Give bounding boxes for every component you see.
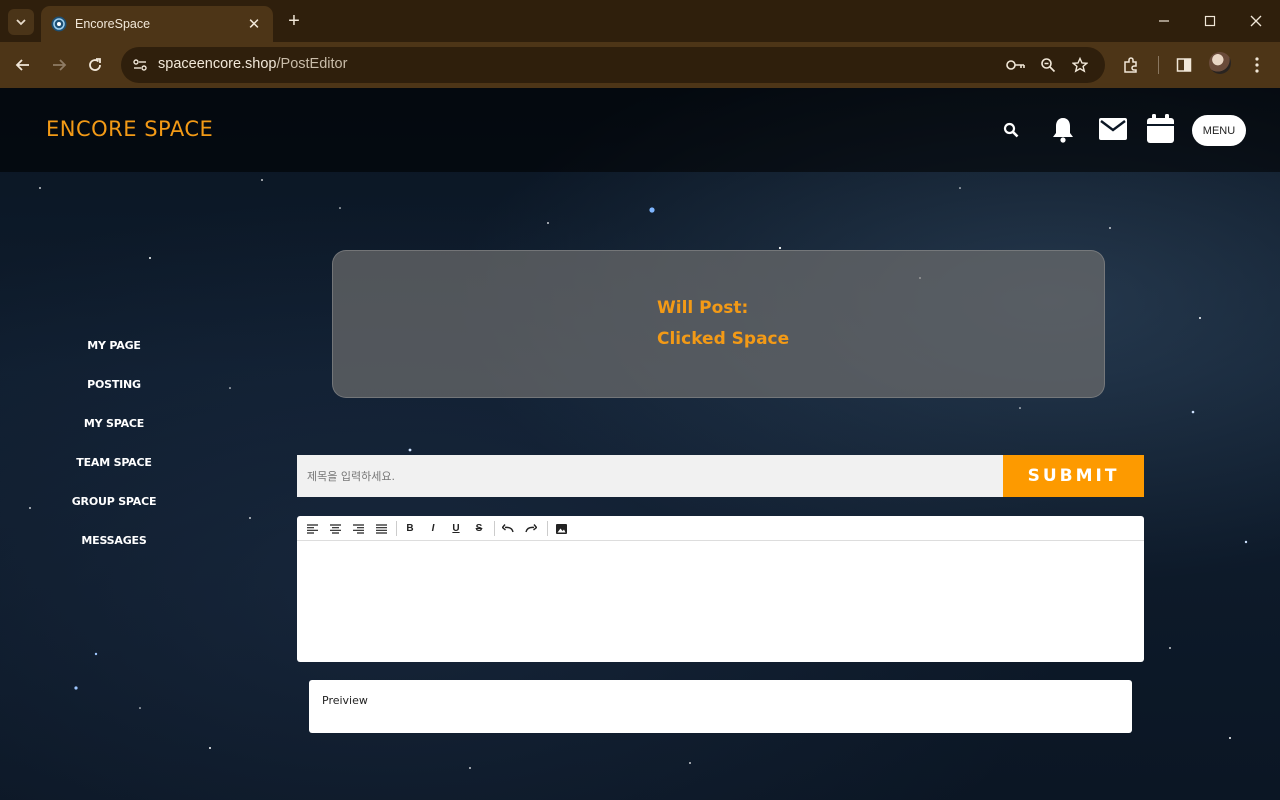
search-icon[interactable]: [1001, 120, 1021, 140]
browser-tab[interactable]: EncoreSpace ✕: [41, 6, 273, 42]
bookmark-star-icon[interactable]: [1070, 55, 1090, 75]
tab-search-dropdown-icon[interactable]: [8, 9, 34, 35]
post-target-space: Clicked Space: [657, 329, 790, 349]
calendar-icon[interactable]: [1146, 113, 1174, 143]
redo-icon[interactable]: [522, 520, 540, 537]
toolbar-divider: [1158, 56, 1159, 74]
tab-title: EncoreSpace: [75, 17, 151, 31]
mail-icon[interactable]: [1098, 117, 1128, 141]
url-text: spaceencore.shop/PostEditor: [158, 56, 347, 72]
back-icon[interactable]: [10, 52, 36, 78]
bold-button[interactable]: B: [401, 520, 419, 537]
align-justify-icon[interactable]: [372, 520, 390, 537]
sidebar-item-team-space[interactable]: TEAM SPACE: [54, 443, 174, 482]
url-path: /PostEditor: [276, 56, 348, 72]
editor-toolbar: B I U S: [297, 516, 1144, 541]
toolbar-separator: [494, 521, 495, 536]
sidebar-item-my-space[interactable]: MY SPACE: [54, 404, 174, 443]
toolbar-separator: [396, 521, 397, 536]
menu-button[interactable]: MENU: [1192, 115, 1246, 146]
site-logo[interactable]: ENCORE SPACE: [46, 117, 213, 141]
maximize-icon[interactable]: [1196, 8, 1224, 34]
post-title-input[interactable]: [297, 455, 1004, 497]
address-bar[interactable]: spaceencore.shop/PostEditor: [121, 47, 1105, 83]
sidebar-item-group-space[interactable]: GROUP SPACE: [54, 482, 174, 521]
sidebar-item-messages[interactable]: MESSAGES: [54, 521, 174, 560]
page-viewport: ENCORE SPACE MENU MY PAGE POSTING MY SPA…: [0, 88, 1280, 800]
url-host: spaceencore.shop: [158, 56, 277, 72]
sidebar-item-my-page[interactable]: MY PAGE: [54, 326, 174, 365]
site-favicon-icon: [51, 16, 67, 32]
insert-image-icon[interactable]: [552, 520, 570, 537]
extensions-icon[interactable]: [1118, 52, 1144, 78]
strikethrough-button[interactable]: S: [470, 520, 488, 537]
browser-tab-bar: EncoreSpace ✕ +: [0, 0, 1280, 42]
editor-content-area[interactable]: [297, 542, 1144, 662]
rich-text-editor: B I U S: [297, 516, 1144, 662]
toolbar-separator: [547, 521, 548, 536]
more-menu-icon[interactable]: [1244, 52, 1270, 78]
site-header: ENCORE SPACE MENU: [0, 88, 1280, 172]
new-tab-button[interactable]: +: [282, 10, 306, 34]
notification-bell-icon[interactable]: [1050, 115, 1076, 143]
tab-close-icon[interactable]: ✕: [245, 15, 263, 33]
will-post-label: Will Post:: [657, 298, 749, 318]
preview-panel: Preiview: [309, 680, 1132, 733]
minimize-icon[interactable]: [1150, 8, 1178, 34]
align-left-icon[interactable]: [303, 520, 321, 537]
site-info-icon[interactable]: [129, 55, 151, 75]
italic-button[interactable]: I: [424, 520, 442, 537]
align-center-icon[interactable]: [326, 520, 344, 537]
forward-icon[interactable]: [46, 52, 72, 78]
reload-icon[interactable]: [82, 52, 108, 78]
preview-label: Preiview: [322, 694, 368, 707]
side-navigation: MY PAGE POSTING MY SPACE TEAM SPACE GROU…: [54, 326, 174, 560]
zoom-icon[interactable]: [1038, 55, 1058, 75]
profile-avatar[interactable]: [1209, 52, 1231, 74]
underline-button[interactable]: U: [447, 520, 465, 537]
align-right-icon[interactable]: [349, 520, 367, 537]
browser-toolbar: spaceencore.shop/PostEditor: [0, 42, 1280, 88]
submit-button[interactable]: SUBMIT: [1003, 455, 1144, 497]
password-key-icon[interactable]: [1006, 55, 1026, 75]
close-window-icon[interactable]: [1242, 8, 1270, 34]
sidebar-item-posting[interactable]: POSTING: [54, 365, 174, 404]
undo-icon[interactable]: [499, 520, 517, 537]
side-panel-icon[interactable]: [1171, 52, 1197, 78]
post-target-panel: Will Post: Clicked Space: [332, 250, 1105, 398]
